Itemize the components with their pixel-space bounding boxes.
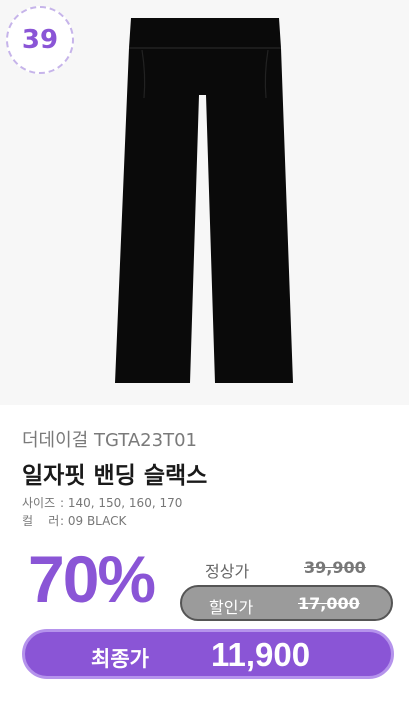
color-label: 컬 러 — [22, 514, 60, 528]
size-value: : 140, 150, 160, 170 — [60, 496, 183, 510]
product-brand: 더데이걸 TGTA23T01 — [22, 430, 197, 451]
sale-price-pill: 할인가 17,000 — [180, 585, 393, 621]
rank-badge: 39 — [6, 6, 74, 74]
final-price-pill[interactable]: 최종가 11,900 — [22, 629, 394, 679]
size-info: 사이즈 : 140, 150, 160, 170 — [22, 494, 182, 511]
discount-rate: 70% — [28, 542, 156, 616]
rank-number: 39 — [21, 25, 59, 55]
regular-price: 39,900 — [304, 558, 366, 577]
sale-price: 17,000 — [298, 594, 360, 613]
regular-price-label: 정상가 — [205, 562, 250, 581]
final-price-label: 최종가 — [91, 647, 149, 671]
final-price: 11,900 — [211, 636, 311, 673]
product-title: 일자핏 밴딩 슬랙스 — [22, 463, 208, 489]
color-info: 컬 러: 09 BLACK — [22, 512, 126, 529]
color-value: : 09 BLACK — [60, 514, 127, 528]
sale-price-label: 할인가 — [209, 598, 254, 617]
size-label: 사이즈 — [22, 496, 56, 510]
